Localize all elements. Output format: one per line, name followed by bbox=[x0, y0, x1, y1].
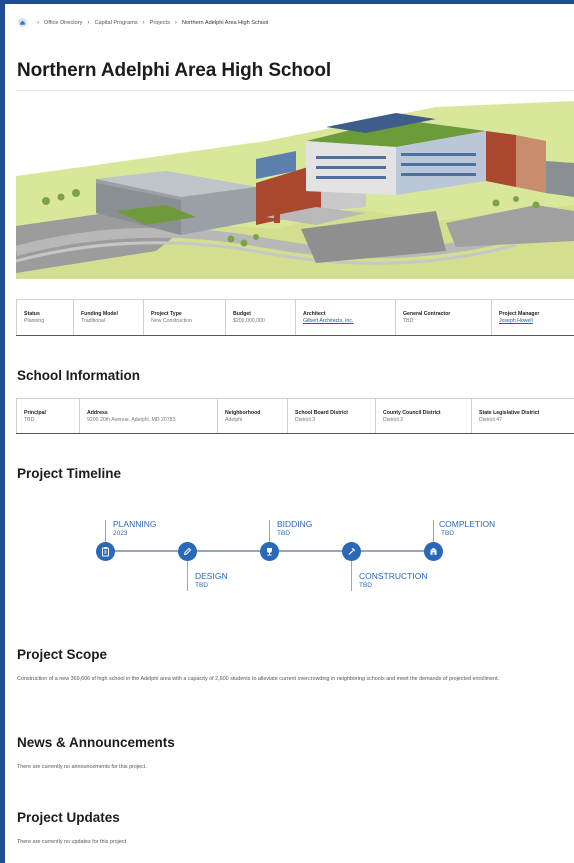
timeline-stem bbox=[433, 520, 434, 542]
project-updates-text: There are currently no updates for this … bbox=[17, 839, 128, 845]
info-cell: Status Planning bbox=[16, 300, 73, 335]
news-heading: News & Announcements bbox=[17, 735, 175, 750]
project-scope-text: Construction of a new 369,606 sf high sc… bbox=[17, 676, 500, 682]
general-contractor-value: TBD bbox=[403, 318, 414, 325]
breadcrumb-office-directory[interactable]: Office Directory bbox=[44, 20, 82, 26]
project-info-table: Status Planning Funding Model Traditiona… bbox=[16, 299, 574, 336]
timeline-stage-title: CONSTRUCTION bbox=[359, 571, 428, 581]
breadcrumb-current: Northern Adelphi Area High School bbox=[181, 19, 269, 26]
timeline-stem bbox=[351, 561, 352, 591]
news-text: There are currently no announcements for… bbox=[17, 764, 147, 770]
divider bbox=[16, 90, 574, 91]
school-information-heading: School Information bbox=[17, 368, 140, 383]
timeline-stem bbox=[105, 520, 106, 542]
breadcrumb-capital-programs[interactable]: Capital Programs bbox=[94, 20, 137, 26]
timeline-stage-date: TBD bbox=[359, 582, 372, 589]
school-building-icon bbox=[430, 547, 437, 555]
info-cell: Project Type New Construction bbox=[143, 300, 225, 335]
timeline-stage-date: TBD bbox=[441, 530, 454, 537]
general-contractor-label: General Contractor bbox=[403, 311, 451, 317]
address-label: Address bbox=[87, 410, 108, 416]
home-icon[interactable] bbox=[18, 18, 27, 27]
clipboard-icon bbox=[102, 547, 109, 557]
info-cell: Funding Model Traditional bbox=[73, 300, 143, 335]
principal-value: TBD bbox=[24, 417, 35, 424]
timeline-stage-title: PLANNING bbox=[113, 519, 157, 529]
school-rendering-image bbox=[14, 101, 574, 279]
timeline-node-design bbox=[178, 542, 197, 561]
budget-value: $200,000,000 bbox=[233, 318, 265, 325]
hammer-icon bbox=[348, 548, 355, 555]
timeline-node-bidding bbox=[260, 542, 279, 561]
county-council-district-label: County Council District bbox=[383, 410, 441, 416]
page: › Office Directory › Capital Programs › … bbox=[5, 4, 574, 863]
project-scope-heading: Project Scope bbox=[17, 647, 108, 662]
architect-link[interactable]: Gilbert Architects, Inc. bbox=[303, 318, 353, 324]
timeline-stem bbox=[187, 561, 188, 591]
school-board-district-label: School Board District bbox=[295, 410, 349, 416]
info-cell: Architect Gilbert Architects, Inc. bbox=[295, 300, 395, 335]
info-cell: General Contractor TBD bbox=[395, 300, 491, 335]
timeline-node-planning bbox=[96, 542, 115, 561]
timeline-node-construction bbox=[342, 542, 361, 561]
status-label: Status bbox=[24, 311, 40, 317]
chevron-right-icon: › bbox=[87, 19, 90, 26]
breadcrumb-projects[interactable]: Projects bbox=[150, 20, 170, 26]
info-cell: Project Manager Joseph Howell bbox=[491, 300, 574, 335]
timeline-stage-title: DESIGN bbox=[195, 571, 228, 581]
state-legislative-district-value: District 47 bbox=[479, 417, 503, 424]
chevron-right-icon: › bbox=[37, 19, 39, 26]
project-manager-link[interactable]: Joseph Howell bbox=[499, 318, 533, 324]
funding-model-value: Traditional bbox=[81, 318, 106, 325]
info-cell: Principal TBD bbox=[16, 399, 79, 433]
timeline-node-completion bbox=[424, 542, 443, 561]
info-cell: County Council District District 2 bbox=[375, 399, 471, 433]
timeline-stage-date: 2023 bbox=[113, 530, 128, 537]
chevron-right-icon: › bbox=[142, 19, 145, 26]
project-timeline-heading: Project Timeline bbox=[17, 466, 122, 481]
timeline-stage-title: BIDDING bbox=[277, 519, 313, 529]
pencil-icon bbox=[183, 547, 192, 556]
status-value: Planning bbox=[24, 318, 45, 325]
neighborhood-label: Neighborhood bbox=[225, 410, 261, 416]
school-board-district-value: District 3 bbox=[295, 417, 316, 424]
timeline-stage-title: COMPLETION bbox=[439, 519, 496, 529]
county-council-district-value: District 2 bbox=[383, 417, 404, 424]
project-type-value: New Construction bbox=[151, 318, 192, 325]
timeline-stem bbox=[269, 520, 270, 542]
principal-label: Principal bbox=[24, 410, 46, 416]
info-cell: Address 9200 20th Avenue, Adelphi, MD 20… bbox=[79, 399, 217, 433]
chevron-right-icon: › bbox=[174, 19, 177, 26]
info-cell: Budget $200,000,000 bbox=[225, 300, 295, 335]
project-type-label: Project Type bbox=[151, 311, 182, 317]
timeline-stage-date: TBD bbox=[195, 582, 208, 589]
budget-label: Budget bbox=[233, 311, 251, 317]
state-legislative-district-label: State Legislative District bbox=[479, 410, 540, 416]
info-cell: Neighborhood Adelphi bbox=[217, 399, 287, 433]
neighborhood-value: Adelphi bbox=[225, 417, 243, 424]
project-timeline: PLANNING 2023 DESIGN TBD BIDDING TBD CON… bbox=[5, 509, 574, 604]
address-value: 9200 20th Avenue, Adelphi, MD 20783 bbox=[87, 417, 176, 424]
architect-label: Architect bbox=[303, 311, 326, 317]
project-updates-heading: Project Updates bbox=[17, 810, 120, 825]
project-manager-label: Project Manager bbox=[499, 311, 540, 317]
info-cell: State Legislative District District 47 bbox=[471, 399, 574, 433]
breadcrumb: › Office Directory › Capital Programs › … bbox=[18, 18, 268, 27]
page-title: Northern Adelphi Area High School bbox=[17, 60, 332, 81]
school-info-table: Principal TBD Address 9200 20th Avenue, … bbox=[16, 398, 574, 434]
funding-model-label: Funding Model bbox=[81, 311, 118, 317]
info-cell: School Board District District 3 bbox=[287, 399, 375, 433]
timeline-stage-date: TBD bbox=[277, 530, 290, 537]
trophy-icon bbox=[267, 548, 272, 556]
